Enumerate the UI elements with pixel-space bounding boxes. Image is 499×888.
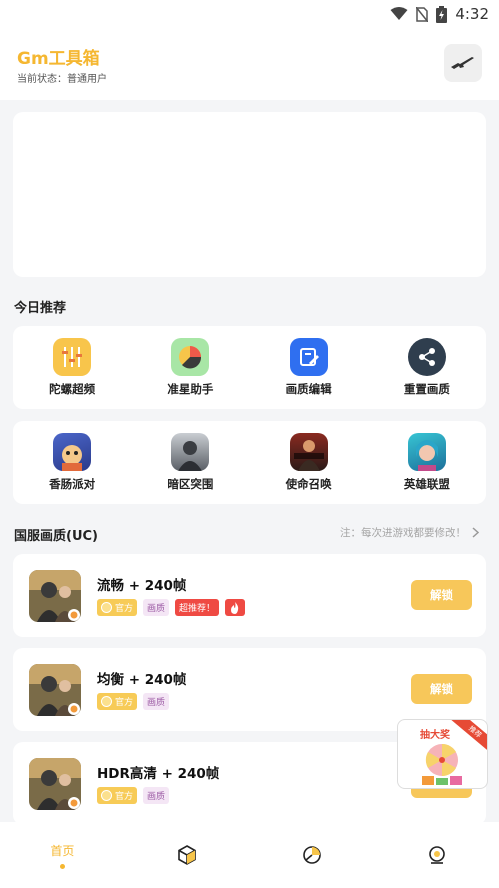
quality-tag: 画质 [143,693,170,710]
mode-title: 流畅 + 240帧 [97,578,187,594]
user-state-label: 当前状态：普通用户 [17,74,107,85]
pubg-thumbnail [29,758,81,810]
lottery-widget[interactable]: 抽大奖 推荐 [397,719,488,789]
battery-charging-icon [436,5,448,23]
game-label: 暗区突围 [167,477,214,491]
rifle-icon [451,57,474,69]
status-icons: 4:32 [390,5,489,23]
quality-tag: 画质 [143,599,170,616]
unlock-button[interactable]: 解锁 [411,674,472,704]
unlock-button[interactable]: 解锁 [411,580,472,610]
tab-box[interactable] [125,822,250,888]
pie-chart-icon [303,846,321,864]
tool-label: 画质编辑 [285,382,332,396]
pubg-thumbnail [29,664,81,716]
game-league-of-legends[interactable]: 英雄联盟 [368,421,486,504]
mode-card[interactable]: 流畅 + 240帧 官方 画质 超推荐！ 解锁 [13,554,486,637]
official-tag-label: 官方 [115,792,134,802]
clock: 4:32 [455,5,489,23]
section-title-graphics: 国服画质(UC) [14,529,98,544]
game-label: 香肠派对 [49,477,96,491]
tab-stats[interactable] [250,822,375,888]
tab-profile[interactable] [374,822,499,888]
lottery-title: 抽大奖 [420,730,450,741]
sausage-party-icon [53,433,92,471]
tab-home-label: 首页 [50,843,75,858]
mode-tags: 官方 画质 超推荐！ [97,599,246,616]
quality-tag: 画质 [143,787,170,804]
hot-tag: 超推荐！ [175,599,220,616]
games-card: 香肠派对 暗区突围 使命召唤 英雄联盟 [13,421,486,504]
pubg-thumbnail [29,570,81,622]
banner[interactable] [13,112,486,277]
arena-breakout-icon [171,433,210,471]
no-sim-icon [416,6,429,22]
wifi-icon [390,7,408,20]
chevron-right-icon [472,527,479,538]
official-tag: 官方 [97,787,138,804]
app-title: Gm工具箱 [17,49,100,69]
league-of-legends-icon [407,433,446,471]
gyro-icon [53,338,92,376]
crosshair-icon [171,338,210,376]
rifle-button[interactable] [444,44,482,82]
cube-icon [178,845,196,865]
game-label: 英雄联盟 [403,477,450,491]
tools-card: 陀螺超频 准星助手 画质编辑 重置画质 [13,326,486,409]
tab-home[interactable]: 首页 [0,822,125,888]
coin-icon [101,790,112,801]
coin-icon [101,602,112,613]
official-tag: 官方 [97,693,138,710]
official-tag-label: 官方 [115,698,134,708]
section-title-today: 今日推荐 [14,301,67,316]
game-call-of-duty[interactable]: 使命召唤 [250,421,368,504]
tool-quality-edit[interactable]: 画质编辑 [250,326,368,409]
mode-tags: 官方 画质 [97,693,170,710]
game-label: 使命召唤 [285,477,332,491]
prize-wheel-icon [422,743,462,785]
bottom-tab-bar: 首页 [0,822,499,888]
mode-title: 均衡 + 240帧 [97,672,187,688]
mode-tags: 官方 画质 [97,787,170,804]
official-tag-label: 官方 [115,604,134,614]
coin-icon [101,696,112,707]
tool-label: 准星助手 [167,382,214,396]
profile-icon [428,846,445,864]
graphics-note-text: 注：每次进游戏都要修改！ [340,527,466,539]
share-icon [407,338,446,376]
app-header: Gm工具箱 当前状态：普通用户 [0,30,499,100]
tool-crosshair[interactable]: 准星助手 [131,326,249,409]
graphics-note[interactable]: 注：每次进游戏都要修改！ [340,525,479,540]
tool-label: 陀螺超频 [49,382,96,396]
game-arena-breakout[interactable]: 暗区突围 [131,421,249,504]
fire-icon [225,599,246,616]
active-indicator [59,863,65,869]
tool-label: 重置画质 [403,382,450,396]
status-bar: 4:32 [0,0,499,30]
call-of-duty-icon [289,433,328,471]
official-tag: 官方 [97,599,138,616]
mode-title: HDR高清 + 240帧 [97,766,220,782]
edit-icon [289,338,328,376]
tool-gyro[interactable]: 陀螺超频 [13,326,131,409]
game-sausage-party[interactable]: 香肠派对 [13,421,131,504]
tool-reset-quality[interactable]: 重置画质 [368,326,486,409]
